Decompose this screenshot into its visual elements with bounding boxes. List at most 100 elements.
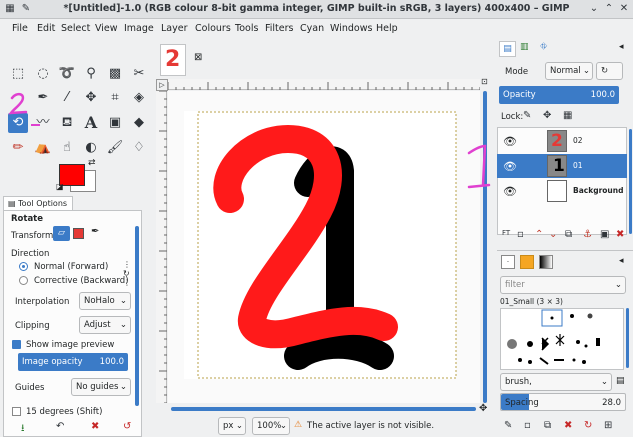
navigate-icon[interactable]: ✥ <box>479 403 487 414</box>
menu-edit[interactable]: Edit <box>37 23 55 34</box>
brush-filter-input[interactable]: filter ⌄ <box>500 276 626 294</box>
brushes-scrollbar[interactable] <box>626 308 629 368</box>
restore-options-icon[interactable]: ↶ <box>56 421 64 432</box>
gradient-tool-icon[interactable]: ◆ <box>129 113 149 133</box>
scissors-tool-icon[interactable]: ✂ <box>129 64 149 84</box>
gegl-tool-icon[interactable]: ▣ <box>105 113 125 133</box>
transform-selection-button[interactable] <box>73 228 84 239</box>
layer-row[interactable]: 👁 Background <box>497 179 627 203</box>
menu-tools[interactable]: Tools <box>235 23 258 34</box>
color-picker-tool-icon[interactable]: ⁄ <box>57 88 77 108</box>
clone-tool-icon[interactable]: ⛺ <box>33 138 53 158</box>
tab-close-icon[interactable]: ⊠ <box>194 52 202 63</box>
vertical-scrollbar[interactable] <box>483 91 487 403</box>
mode-select[interactable]: Normal ⌄ <box>545 62 593 80</box>
edit-brush-icon[interactable]: ✎ <box>504 420 512 431</box>
direction-corrective-radio[interactable] <box>19 276 28 285</box>
maximize-icon[interactable]: ⌃ <box>603 3 615 15</box>
layer-row[interactable]: 👁 1 01 <box>497 154 627 178</box>
rect-select-tool-icon[interactable]: ⬚ <box>8 64 28 84</box>
move-tool-icon[interactable]: ✥ <box>81 88 101 108</box>
dock-menu-icon[interactable]: ◂ <box>619 42 624 52</box>
anchor-layer-icon[interactable]: ⚓ <box>583 229 592 240</box>
constraint-checkbox[interactable] <box>12 407 21 416</box>
default-colors-icon[interactable]: ◪ <box>56 182 64 191</box>
opacity-slider[interactable]: Opacity 100.0 <box>499 86 619 104</box>
lock-pixels-icon[interactable]: ✎ <box>523 110 531 121</box>
dock-menu-icon[interactable]: ◂ <box>619 256 624 266</box>
menu-windows[interactable]: Windows <box>330 23 372 34</box>
guides-select[interactable]: No guides ⌄ <box>71 378 131 396</box>
direction-normal-radio[interactable] <box>19 262 28 271</box>
minimize-icon[interactable]: ⌄ <box>588 3 600 15</box>
menu-filters[interactable]: Filters <box>265 23 293 34</box>
raise-layer-icon[interactable]: ⌃ <box>535 229 543 240</box>
layer-row[interactable]: 👁 2 02 <box>497 129 627 153</box>
ink-tool-icon[interactable]: ♢ <box>129 138 149 158</box>
text-tool-icon[interactable]: A <box>81 113 101 133</box>
layers-tab-icon[interactable]: ▤ <box>499 41 516 57</box>
lasso-tool-icon[interactable]: ➰ <box>57 64 77 84</box>
delete-options-icon[interactable]: ✖ <box>91 421 99 432</box>
reset-options-icon[interactable]: ↺ <box>123 421 131 432</box>
direction-toggle-icon[interactable]: ⋮ ↻ ⋮ <box>123 260 131 287</box>
menu-select[interactable]: Select <box>61 23 90 34</box>
smudge-tool-icon[interactable]: ☝ <box>57 138 77 158</box>
brushes-tab-icon[interactable]: · <box>501 255 515 269</box>
menu-cyan[interactable]: Cyan <box>300 23 324 34</box>
menu-view[interactable]: View <box>95 23 118 34</box>
interpolation-select[interactable]: NoHalo ⌄ <box>79 292 131 310</box>
unified-transform-tool-icon[interactable]: ◈ <box>129 88 149 108</box>
transform-path-button[interactable]: ✒ <box>91 226 99 237</box>
save-options-icon[interactable]: ⭳ <box>21 421 25 437</box>
layer-mask-icon[interactable]: ▣ <box>600 229 609 240</box>
bucket-fill-tool-icon[interactable]: ⛾ <box>57 113 77 133</box>
eye-icon[interactable]: 👁 <box>503 160 517 173</box>
clipping-select[interactable]: Adjust ⌄ <box>79 316 131 334</box>
tool-options-tab[interactable]: ▤ Tool Options <box>3 196 73 210</box>
paths-tool-icon[interactable]: ✒ <box>33 88 53 108</box>
menu-colours[interactable]: Colours <box>195 23 231 34</box>
delete-brush-icon[interactable]: ✖ <box>564 420 572 431</box>
menu-file[interactable]: File <box>12 23 28 34</box>
duplicate-layer-icon[interactable]: ⧉ <box>565 229 572 240</box>
new-layer-icon[interactable]: ▫ <box>517 229 524 240</box>
unit-select[interactable]: px ⌄ <box>218 417 246 435</box>
brush-tag-input[interactable]: brush, ⌄ <box>500 373 612 391</box>
image-opacity-slider[interactable]: Image opacity 100.0 <box>18 353 128 371</box>
fuzzy-select-tool-icon[interactable]: ⚲ <box>81 64 101 84</box>
mode-switch-button[interactable]: ↻ <box>596 62 623 80</box>
patterns-tab-icon[interactable] <box>520 255 534 269</box>
new-brush-icon[interactable]: ▫ <box>524 420 531 431</box>
menu-layer[interactable]: Layer <box>161 23 188 34</box>
layers-scrollbar[interactable] <box>629 129 632 234</box>
paintbrush-tool-icon[interactable]: 🖌 <box>105 138 125 158</box>
paths-tab-icon[interactable]: ⛗ <box>540 42 547 52</box>
dodge-burn-tool-icon[interactable]: ◐ <box>81 138 101 158</box>
color-select-tool-icon[interactable]: ▩ <box>105 64 125 84</box>
lock-position-icon[interactable]: ✥ <box>543 110 551 121</box>
horizontal-scrollbar[interactable] <box>171 407 476 411</box>
delete-layer-icon[interactable]: ✖ <box>616 229 624 240</box>
crop-tool-icon[interactable]: ⌗ <box>105 88 125 108</box>
show-preview-checkbox[interactable] <box>12 340 21 349</box>
channels-tab-icon[interactable]: ▥ <box>520 42 529 52</box>
ellipse-select-tool-icon[interactable]: ◌ <box>33 64 53 84</box>
open-brush-as-image-icon[interactable]: ⊞ <box>604 420 612 431</box>
gradients-tab-icon[interactable] <box>539 255 553 269</box>
spacing-slider[interactable]: Spacing 28.0 <box>500 393 626 411</box>
lock-alpha-icon[interactable]: ▦ <box>563 110 572 121</box>
swap-colors-icon[interactable]: ⇄ <box>88 158 96 168</box>
pencil-tool-icon[interactable]: ✏ <box>8 138 28 158</box>
lower-layer-icon[interactable]: ⌄ <box>549 229 557 240</box>
zoom-select[interactable]: 100% ⌄ <box>252 417 290 435</box>
close-icon[interactable]: ✕ <box>618 3 630 15</box>
zoom-follow-icon[interactable]: ⊡ <box>481 77 488 86</box>
eye-icon[interactable]: 👁 <box>503 135 517 148</box>
tool-options-scrollbar[interactable] <box>135 226 139 406</box>
menu-image[interactable]: Image <box>124 23 154 34</box>
tag-menu-icon[interactable]: ▤ <box>616 376 625 386</box>
duplicate-brush-icon[interactable]: ⧉ <box>544 420 551 431</box>
menu-help[interactable]: Help <box>376 23 398 34</box>
image-tab[interactable]: 2 <box>160 44 186 76</box>
